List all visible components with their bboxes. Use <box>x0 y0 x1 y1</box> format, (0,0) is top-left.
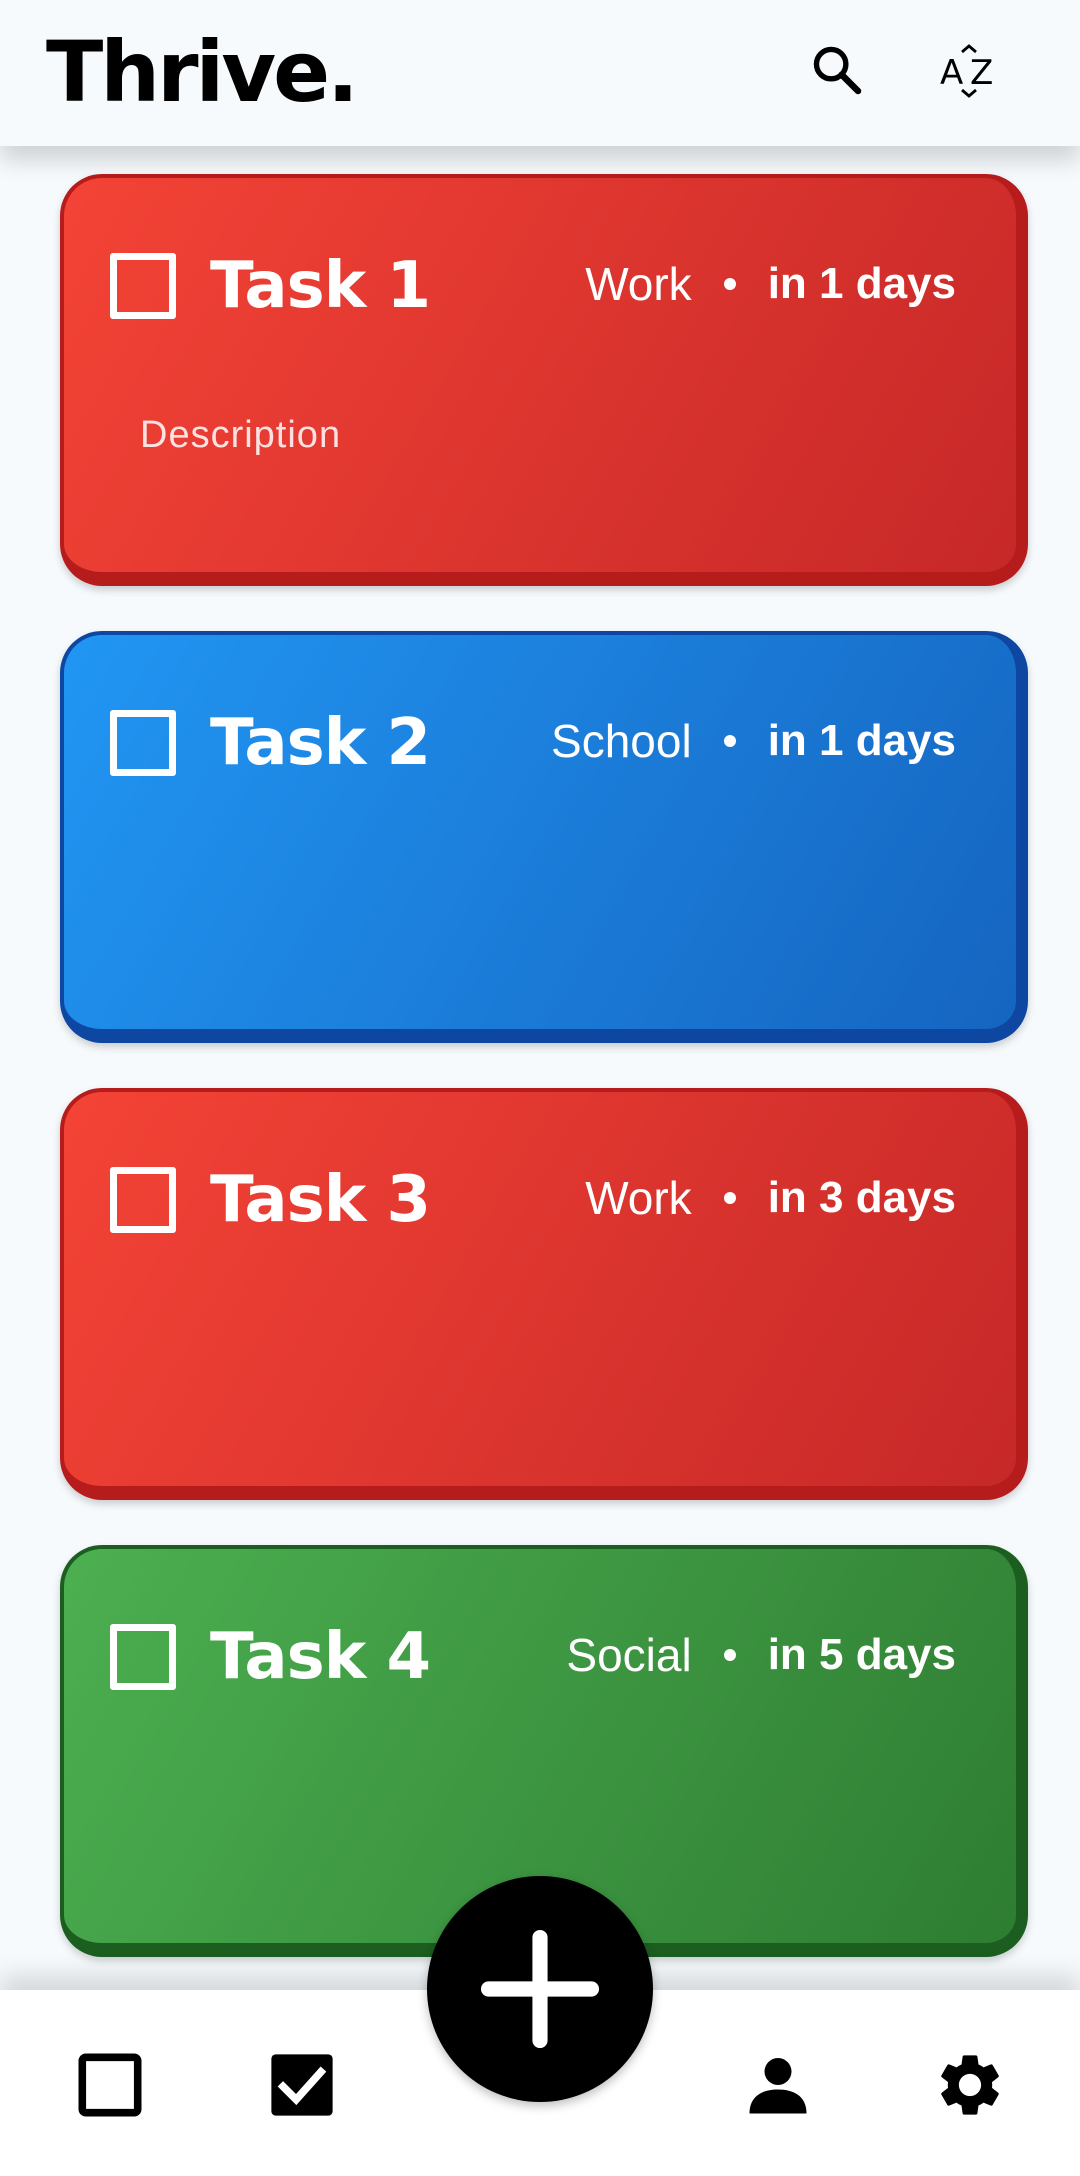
task-description: Description <box>140 414 342 456</box>
task-category: Work <box>585 1172 692 1224</box>
separator-dot <box>723 1649 736 1661</box>
search-button[interactable] <box>797 30 877 110</box>
nav-completed-tasks-button[interactable] <box>257 2040 347 2130</box>
add-task-button[interactable] <box>427 1876 653 2102</box>
sort-az-icon: A Z <box>940 44 993 98</box>
checkbox-outline-icon <box>78 2053 142 2117</box>
svg-text:A: A <box>940 53 963 93</box>
task-due: in 5 days <box>767 1630 956 1679</box>
task-list[interactable]: Task 1 Work in 1 days Description Task 2… <box>0 146 1080 1990</box>
task-title: Task 4 <box>210 1620 431 1694</box>
task-card[interactable]: Task 1 Work in 1 days Description <box>60 174 1028 586</box>
task-meta: School in 1 days <box>551 713 956 769</box>
separator-dot <box>723 1192 736 1204</box>
person-icon <box>749 2058 807 2114</box>
task-due: in 3 days <box>767 1173 956 1222</box>
task-checkbox[interactable] <box>110 253 176 319</box>
nav-profile-button[interactable] <box>733 2040 823 2130</box>
top-app-bar: Thrive. A Z <box>0 0 1080 146</box>
separator-dot <box>723 278 736 290</box>
separator-dot <box>723 735 736 747</box>
task-category: Social <box>566 1629 692 1681</box>
task-checkbox[interactable] <box>110 1624 176 1690</box>
task-due: in 1 days <box>767 259 956 308</box>
gear-icon <box>941 2055 999 2115</box>
sort-button[interactable]: A Z <box>930 30 1010 110</box>
task-meta: Work in 3 days <box>585 1170 956 1226</box>
task-meta: Social in 5 days <box>566 1627 956 1683</box>
checkbox-checked-icon <box>271 2054 333 2116</box>
task-category: Work <box>585 258 692 310</box>
nav-settings-button[interactable] <box>925 2040 1015 2130</box>
svg-text:Z: Z <box>970 53 993 93</box>
task-checkbox[interactable] <box>110 1167 176 1233</box>
nav-open-tasks-button[interactable] <box>65 2040 155 2130</box>
task-category: School <box>551 715 692 767</box>
app-logo-title: Thrive. <box>46 23 359 121</box>
task-card[interactable]: Task 2 School in 1 days <box>60 631 1028 1043</box>
task-title: Task 2 <box>210 706 431 780</box>
task-meta: Work in 1 days <box>585 256 956 312</box>
app-root: Thrive. A Z Task 1 Work in 1 days Descri… <box>0 0 1080 2176</box>
task-title: Task 1 <box>210 249 431 323</box>
search-icon <box>813 46 862 95</box>
task-due: in 1 days <box>767 716 956 765</box>
task-card[interactable]: Task 3 Work in 3 days <box>60 1088 1028 1500</box>
add-icon <box>480 1929 600 2049</box>
task-checkbox[interactable] <box>110 710 176 776</box>
task-title: Task 3 <box>210 1163 431 1237</box>
